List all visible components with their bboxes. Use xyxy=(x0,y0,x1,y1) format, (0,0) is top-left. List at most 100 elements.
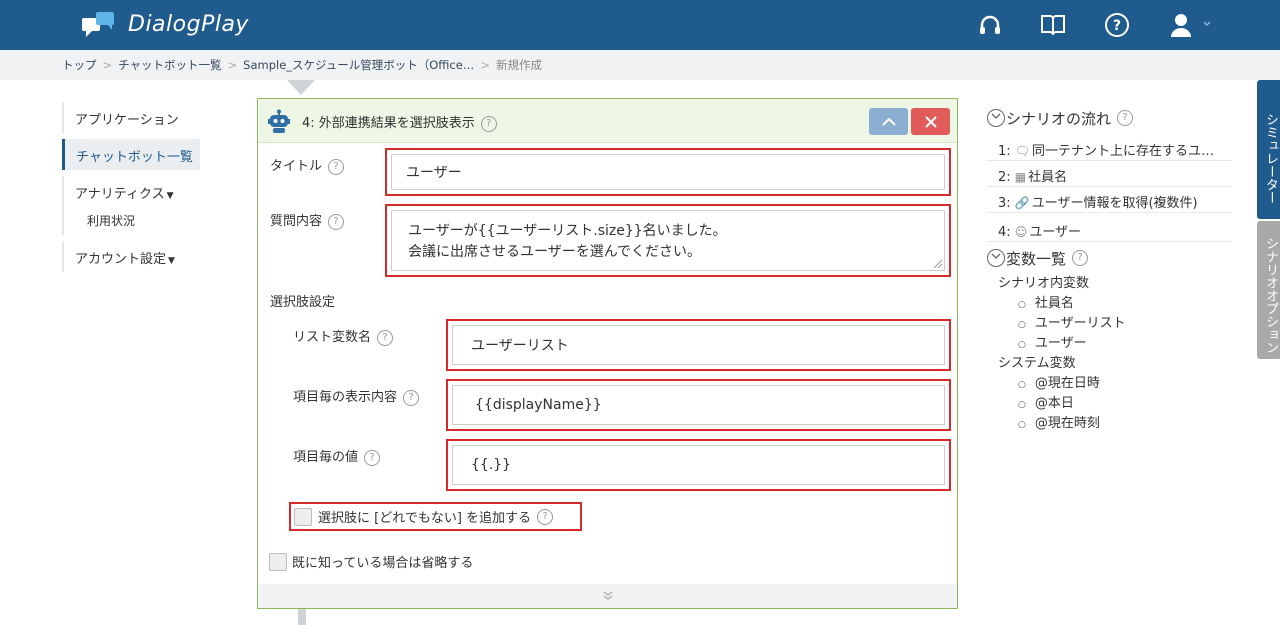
simulator-tab[interactable]: シミュレーター xyxy=(1257,80,1280,219)
scenario-options-tab[interactable]: シナリオオプション xyxy=(1257,221,1280,359)
breadcrumb-chatbot-list[interactable]: チャットボット一覧 xyxy=(118,57,221,73)
help-icon[interactable]: ? xyxy=(537,508,554,525)
node-edit-panel: 4: 外部連携結果を選択肢表示? タイトル? ユーザー 質問内容? ユーザーが{… xyxy=(257,98,958,609)
breadcrumb-bot[interactable]: Sample_スケジュール管理ボット（Office… xyxy=(243,57,474,73)
chevron-down-icon xyxy=(987,109,1005,127)
link-icon: 🔗 xyxy=(1014,196,1030,210)
flow-item-num: 2: xyxy=(998,170,1011,185)
scenario-vars-label: シナリオ内変数 xyxy=(998,276,1090,291)
flow-connector-line xyxy=(298,608,306,625)
list-var-highlight: ユーザーリスト xyxy=(446,319,951,371)
panel-header: 4: 外部連携結果を選択肢表示? xyxy=(258,99,957,143)
var-item[interactable]: ユーザー xyxy=(987,334,1232,354)
sidebar-item-chatbot-list[interactable]: チャットボット一覧 xyxy=(62,139,200,170)
flow-item-text: ユーザー xyxy=(1029,225,1082,240)
chevron-down-icon xyxy=(987,249,1005,267)
panel-title: 4: 外部連携結果を選択肢表示? xyxy=(302,112,497,132)
sidebar: アプリケーション チャットボット一覧 アナリティクス ▼ 利用状況 アカウント設定… xyxy=(62,102,200,272)
calendar-icon: ▦ xyxy=(1014,170,1027,184)
system-vars-label: システム変数 xyxy=(998,356,1076,371)
display-label: 項目毎の表示内容? xyxy=(293,386,420,406)
breadcrumb-separator: > xyxy=(227,58,238,72)
flow-item[interactable]: 4: ☺ ユーザー xyxy=(987,213,1232,242)
var-item[interactable]: ユーザーリスト xyxy=(987,314,1232,334)
value-label: 項目毎の値? xyxy=(293,446,381,466)
app-logo[interactable]: DialogPlay xyxy=(82,10,249,38)
help-icon[interactable]: ? xyxy=(1117,110,1134,126)
list-var-label-text: リスト変数名 xyxy=(293,330,372,345)
breadcrumb: トップ > チャットボット一覧 > Sample_スケジュール管理ボット（Off… xyxy=(0,50,1280,80)
flow-title: シナリオの流れ xyxy=(1006,109,1112,128)
skip-known-checkbox[interactable] xyxy=(269,552,287,571)
list-var-input[interactable]: ユーザーリスト xyxy=(452,325,945,365)
resize-handle-icon[interactable] xyxy=(934,260,942,268)
robot-icon xyxy=(268,109,290,133)
flow-item-text: ユーザー情報を取得(複数件) xyxy=(1031,196,1198,211)
question-line: 会議に出席させるユーザーを選んでください。 xyxy=(408,244,702,260)
question-label-text: 質問内容 xyxy=(270,214,323,229)
panel-title-text: 4: 外部連携結果を選択肢表示 xyxy=(302,116,475,131)
speech-bubble-icon: 🗨 xyxy=(1014,144,1031,158)
value-label-text: 項目毎の値 xyxy=(293,450,359,465)
flow-item[interactable]: 2: ▦ 社員名 xyxy=(987,161,1232,187)
breadcrumb-top[interactable]: トップ xyxy=(62,57,97,73)
flow-item-num: 1: xyxy=(998,144,1011,159)
help-icon[interactable]: ? xyxy=(403,389,420,406)
chat-bubbles-icon xyxy=(82,10,118,38)
var-item[interactable]: 社員名 xyxy=(987,294,1232,314)
sidebar-item-analytics[interactable]: アナリティクス ▼ xyxy=(62,176,200,207)
title-label: タイトル? xyxy=(270,155,345,175)
display-highlight: {{displayName}} xyxy=(446,379,951,431)
help-icon[interactable]: ? xyxy=(364,449,381,466)
collapse-up-button[interactable] xyxy=(869,108,908,135)
breadcrumb-current: 新規作成 xyxy=(495,58,542,72)
sidebar-item-usage[interactable]: 利用状況 xyxy=(62,207,200,235)
sidebar-item-label: アカウント設定 xyxy=(75,252,167,267)
var-item[interactable]: @現在時刻 xyxy=(987,414,1232,434)
title-label-text: タイトル xyxy=(270,159,323,174)
vars-heading[interactable]: 変数一覧? xyxy=(987,245,1232,271)
display-label-text: 項目毎の表示内容 xyxy=(293,390,398,405)
list-var-label: リスト変数名? xyxy=(293,326,394,346)
help-icon[interactable]: ? xyxy=(377,329,394,346)
help-icon[interactable]: ? xyxy=(1072,250,1089,266)
robot-icon: ☺ xyxy=(1014,225,1028,239)
vars-title: 変数一覧 xyxy=(1006,249,1067,268)
sidebar-item-applications[interactable]: アプリケーション xyxy=(62,102,200,133)
display-input[interactable]: {{displayName}} xyxy=(452,385,945,425)
value-highlight: {{.}} xyxy=(446,439,951,491)
flow-item-num: 3: xyxy=(998,196,1011,211)
help-icon[interactable]: ? xyxy=(1104,12,1130,38)
help-icon[interactable]: ? xyxy=(328,158,345,175)
caret-down-icon: ▼ xyxy=(166,191,174,201)
flow-item-text: 社員名 xyxy=(1028,170,1068,185)
question-textarea[interactable]: ユーザーが{{ユーザーリスト.size}}名いました。 会議に出席させるユーザー… xyxy=(391,210,945,271)
right-panel: シナリオの流れ? 1: 🗨 同一テナント上に存在するユ… 2: ▦ 社員名 3: 🔗… xyxy=(987,105,1232,434)
title-input[interactable]: ユーザー xyxy=(391,154,945,190)
flow-heading[interactable]: シナリオの流れ? xyxy=(987,105,1232,131)
help-icon[interactable]: ? xyxy=(328,213,345,230)
flow-item-num: 4: xyxy=(998,225,1011,240)
var-item[interactable]: @現在日時 xyxy=(987,374,1232,394)
flow-item[interactable]: 3: 🔗 ユーザー情報を取得(複数件) xyxy=(987,187,1232,213)
var-item[interactable]: @本日 xyxy=(987,394,1232,414)
close-icon xyxy=(911,108,950,137)
flow-item[interactable]: 1: 🗨 同一テナント上に存在するユ… xyxy=(987,135,1232,161)
question-line: ユーザーが{{ユーザーリスト.size}}名いました。 xyxy=(408,223,727,239)
add-none-checkbox[interactable] xyxy=(294,507,312,526)
add-none-highlight: 選択肢に [どれでもない] を追加する ? xyxy=(289,502,582,531)
expand-panel-bar[interactable] xyxy=(258,584,957,608)
value-input[interactable]: {{.}} xyxy=(452,445,945,485)
breadcrumb-separator: > xyxy=(480,58,490,72)
user-menu-icon[interactable] xyxy=(1168,12,1214,38)
help-icon[interactable]: ? xyxy=(480,115,497,132)
sidebar-item-account-settings[interactable]: アカウント設定 ▼ xyxy=(62,241,200,272)
top-header: DialogPlay ? xyxy=(0,0,1280,50)
headset-icon[interactable] xyxy=(977,12,1003,38)
book-icon[interactable] xyxy=(1040,12,1066,38)
delete-node-button[interactable] xyxy=(911,108,950,135)
app-name: DialogPlay xyxy=(128,11,249,37)
question-label: 質問内容? xyxy=(270,210,345,230)
question-highlight: ユーザーが{{ユーザーリスト.size}}名いました。 会議に出席させるユーザー… xyxy=(385,204,951,277)
skip-known-row: 既に知っている場合は省略する xyxy=(269,552,473,571)
